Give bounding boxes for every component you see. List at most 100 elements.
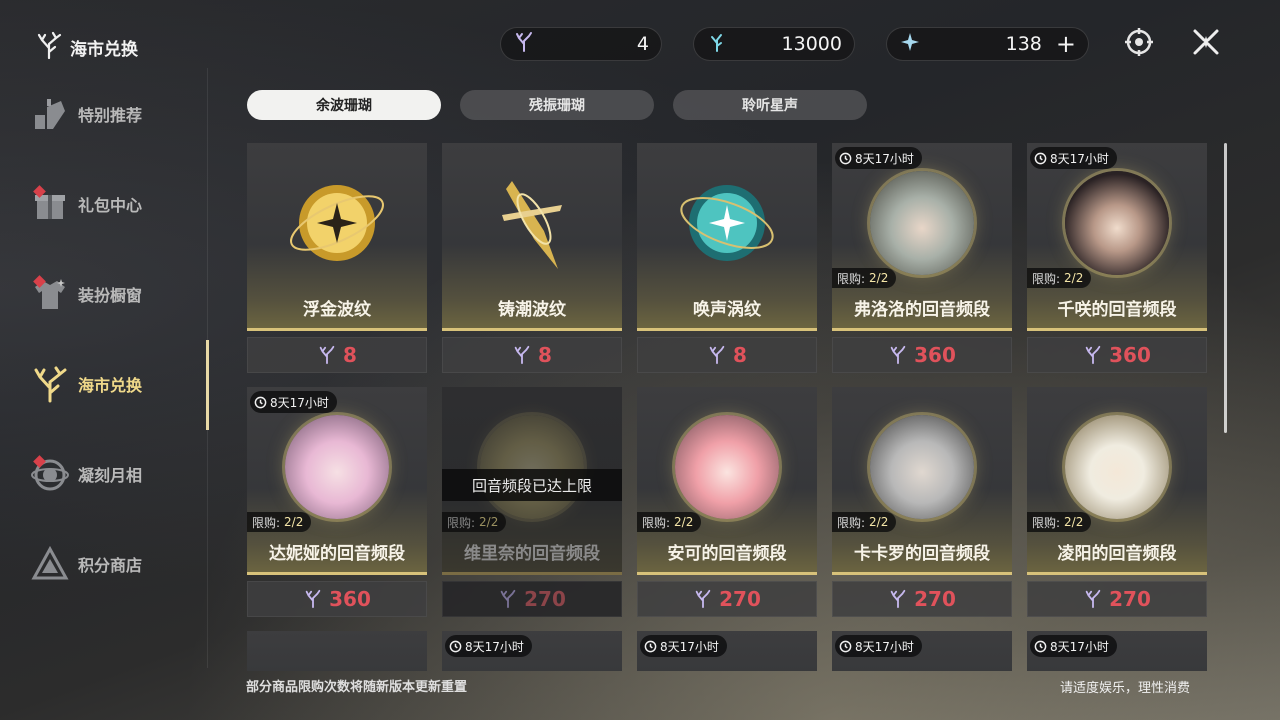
timer-badge: 8天17小时 [1030,147,1117,169]
item-panel: 8天17小时 限购: 2/2 达妮娅的回音频段 [247,387,427,575]
sidebar-item-points-shop[interactable]: 积分商店 [30,542,200,586]
afterglow-coral-icon [514,345,530,365]
character-portrait [675,415,779,519]
afterglow-coral-icon [1085,345,1101,365]
tab-listen-stars[interactable]: 聆听星声 [673,90,867,120]
shop-item-card-partial[interactable]: 8天17小时 [442,631,622,671]
coral-icon [30,364,70,404]
price-tag[interactable]: 8 [247,337,427,373]
sidebar-item-moon[interactable]: 凝刻月相 [30,452,200,496]
price-tag[interactable]: 360 [247,581,427,617]
purchase-limit: 限购: 2/2 [832,512,897,532]
moon-icon [30,454,70,494]
shop-item-card[interactable]: 限购: 2/2 安可的回音频段 270 [637,387,817,617]
price-tag[interactable]: 360 [1027,337,1207,373]
clock-icon [839,152,852,164]
item-panel: 限购: 2/2 卡卡罗的回音频段 [832,387,1012,575]
item-panel: 8天17小时 限购: 2/2 弗洛洛的回音频段 [832,143,1012,331]
target-icon[interactable] [1121,24,1157,60]
price-value: 8 [538,343,552,367]
gold-orb-icon [290,185,384,261]
purchase-limit: 限购: 2/2 [1027,512,1092,532]
afterglow-coral-icon [319,345,335,365]
item-name: 弗洛洛的回音频段 [854,300,990,320]
price-tag[interactable]: 270 [1027,581,1207,617]
purchase-limit: 限购: 2/2 [247,512,312,532]
currency-value: 138 [1005,33,1042,55]
afterglow-coral-icon [709,345,725,365]
price-tag[interactable]: 8 [442,337,622,373]
footer-advisory: 请适度娱乐，理性消费 [1060,681,1191,696]
item-name: 唤声涡纹 [693,300,761,320]
price-value: 270 [524,587,566,611]
sidebar-item-label: 装扮橱窗 [78,286,143,305]
item-name: 浮金波纹 [303,300,371,320]
price-tag[interactable]: 360 [832,337,1012,373]
price-value: 8 [343,343,357,367]
item-name: 卡卡罗的回音频段 [854,544,990,564]
shop-item-card[interactable]: 限购: 2/2 卡卡罗的回音频段 270 [832,387,1012,617]
shop-item-card[interactable]: 8天17小时 限购: 2/2 达妮娅的回音频段 360 [247,387,427,617]
scrollbar[interactable] [1224,143,1227,433]
character-portrait [480,415,584,519]
character-portrait [1065,171,1169,275]
gift-icon [30,184,70,224]
price-tag[interactable]: 270 [832,581,1012,617]
sidebar-active-indicator [206,340,209,430]
triangle-icon [30,544,70,584]
price-tag[interactable]: 8 [637,337,817,373]
shop-item-card-partial[interactable]: 8天17小时 [832,631,1012,671]
footer-note: 部分商品限购次数将随新版本更新重置 [246,680,468,695]
price-value: 270 [719,587,761,611]
price-tag[interactable]: 270 [442,581,622,617]
sidebar-header: 海市兑换 [34,30,138,64]
price-value: 8 [733,343,747,367]
tab-afterglow-coral[interactable]: 余波珊瑚 [247,90,441,120]
sidebar-item-gift[interactable]: 礼包中心 [30,182,200,226]
currency-oscillated-coral: 13000 [693,27,855,61]
item-name: 安可的回音频段 [667,544,787,564]
coral-icon [34,30,64,64]
afterglow-coral-icon [305,589,321,609]
purchase-limit: 限购: 2/2 [832,268,897,288]
afterglow-coral-icon [890,345,906,365]
purchase-limit: 限购: 2/2 [637,512,702,532]
sidebar-item-label: 海市兑换 [78,376,143,395]
shop-item-card[interactable]: 8天17小时 限购: 2/2 弗洛洛的回音频段 360 [832,143,1012,373]
item-panel: 浮金波纹 [247,143,427,331]
price-tag[interactable]: 270 [637,581,817,617]
item-name: 千咲的回音频段 [1057,300,1177,320]
shop-item-card[interactable]: 唤声涡纹 8 [637,143,817,373]
price-value: 360 [329,587,371,611]
shop-item-card[interactable]: 铸潮波纹 8 [442,143,622,373]
currency-lunite: 138 + [886,27,1089,61]
sidebar-item-label: 特别推荐 [78,106,143,125]
close-icon[interactable] [1188,24,1224,60]
afterglow-coral-icon [513,31,535,57]
shop-item-card-partial[interactable]: 8天17小时 [1027,631,1207,671]
shop-item-card-partial[interactable]: 8天17小时 [637,631,817,671]
shop-item-card[interactable]: 浮金波纹 8 [247,143,427,373]
purchase-limit: 限购: 2/2 [442,512,507,532]
clock-icon [449,640,462,652]
sidebar-item-recommend[interactable]: 特别推荐 [30,92,200,136]
timer-badge: 8天17小时 [1030,635,1117,657]
item-panel: 8天17小时 限购: 2/2 千咲的回音频段 [1027,143,1207,331]
add-currency-button[interactable]: + [1056,32,1076,56]
shop-item-card[interactable]: 8天17小时 限购: 2/2 千咲的回音频段 360 [1027,143,1207,373]
character-portrait [1065,415,1169,519]
tab-oscillated-coral[interactable]: 残振珊瑚 [460,90,654,120]
item-panel: 铸潮波纹 [442,143,622,331]
item-panel: 回音频段已达上限 限购: 2/2 维里奈的回音频段 [442,387,622,575]
price-value: 270 [1109,587,1151,611]
lunite-icon [899,31,921,57]
blade-icon [502,181,562,269]
limit-reached-message: 回音频段已达上限 [442,469,622,501]
sidebar-item-exchange[interactable]: 海市兑换 [30,362,200,406]
character-portrait [870,415,974,519]
currency-value: 13000 [781,33,842,55]
sidebar-item-outfit[interactable]: 装扮橱窗 [30,272,200,316]
shop-item-card-partial[interactable] [247,631,427,671]
shop-item-card[interactable]: 回音频段已达上限 限购: 2/2 维里奈的回音频段 270 [442,387,622,617]
shop-item-card[interactable]: 限购: 2/2 凌阳的回音频段 270 [1027,387,1207,617]
